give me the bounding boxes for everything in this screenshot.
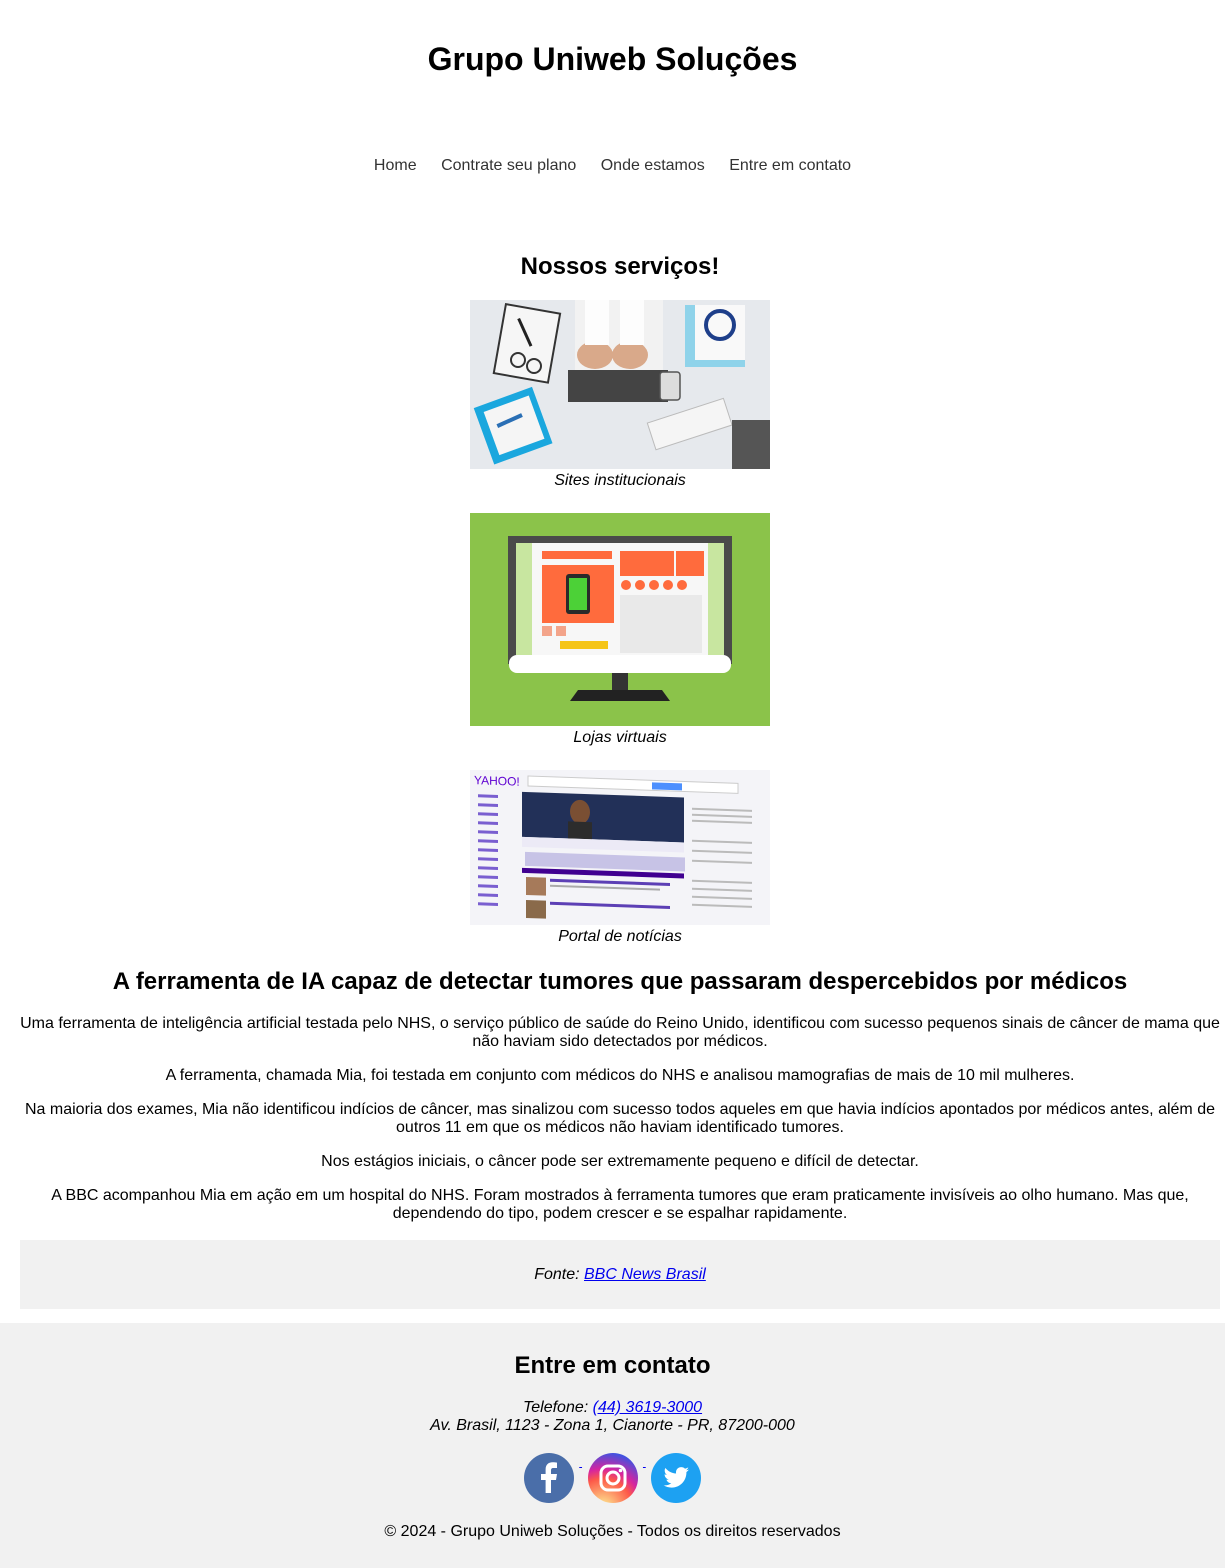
article-source: Fonte: BBC News Brasil <box>20 1240 1220 1309</box>
instagram-link[interactable] <box>582 1453 643 1503</box>
article: A ferramenta de IA capaz de detectar tum… <box>20 967 1220 1309</box>
article-paragraph: Na maioria dos exames, Mia não identific… <box>25 1101 1215 1136</box>
copyright: © 2024 - Grupo Uniweb Soluções - Todos o… <box>384 1523 841 1540</box>
article-paragraph: Nos estágios iniciais, o câncer pode ser… <box>321 1153 919 1170</box>
facebook-link[interactable] <box>523 1453 579 1503</box>
nav-entre-em-contato[interactable]: Entre em contato <box>729 156 851 176</box>
news-portal-image: YAHOO! <box>470 770 770 925</box>
phone-label: Telefone: <box>522 1399 589 1416</box>
service-figure-lojas: Lojas virtuais <box>20 513 1220 748</box>
desk-laptop-image <box>470 300 770 469</box>
site-footer: Entre em contato Telefone: (44) 3619-300… <box>0 1323 1225 1568</box>
ecommerce-monitor-image <box>470 513 770 726</box>
service-figure-sites: Sites institucionais <box>20 300 1220 491</box>
service-caption-portal: Portal de notícias <box>558 928 682 945</box>
main-content: Nossos serviços! Sites institucionais Lo… <box>0 253 1225 1309</box>
site-title: Grupo Uniweb Soluções <box>427 41 798 77</box>
main-nav: Home Contrate seu plano Onde estamos Ent… <box>0 156 1225 176</box>
address: Av. Brasil, 1123 - Zona 1, Cianorte - PR… <box>430 1417 795 1434</box>
contact-info: Telefone: (44) 3619-3000 Av. Brasil, 112… <box>0 1399 1225 1435</box>
site-header: Grupo Uniweb Soluções Home Contrate seu … <box>0 0 1225 176</box>
article-title: A ferramenta de IA capaz de detectar tum… <box>112 968 1128 995</box>
article-paragraph: Uma ferramenta de inteligência artificia… <box>20 1015 1220 1050</box>
service-caption-sites: Sites institucionais <box>554 472 686 489</box>
nav-onde-estamos[interactable]: Onde estamos <box>601 156 705 176</box>
nav-home[interactable]: Home <box>374 156 417 176</box>
article-paragraph: A BBC acompanhou Mia em ação em um hospi… <box>51 1187 1189 1222</box>
twitter-link[interactable] <box>646 1453 702 1503</box>
service-caption-lojas: Lojas virtuais <box>573 729 667 746</box>
nav-contrate-seu-plano[interactable]: Contrate seu plano <box>441 156 576 176</box>
facebook-icon <box>523 1453 574 1503</box>
instagram-icon <box>587 1453 638 1503</box>
services-title: Nossos serviços! <box>520 253 720 280</box>
source-link[interactable]: BBC News Brasil <box>584 1266 706 1283</box>
service-figure-portal: YAHOO! Portal de notícias <box>20 770 1220 947</box>
contact-title: Entre em contato <box>514 1352 711 1379</box>
phone-link[interactable]: (44) 3619-3000 <box>593 1399 702 1416</box>
source-label: Fonte: <box>534 1266 580 1283</box>
yahoo-logo: YAHOO! <box>474 773 520 789</box>
twitter-icon <box>651 1453 702 1503</box>
article-paragraph: A ferramenta, chamada Mia, foi testada e… <box>165 1067 1075 1084</box>
social-links <box>0 1453 1225 1505</box>
